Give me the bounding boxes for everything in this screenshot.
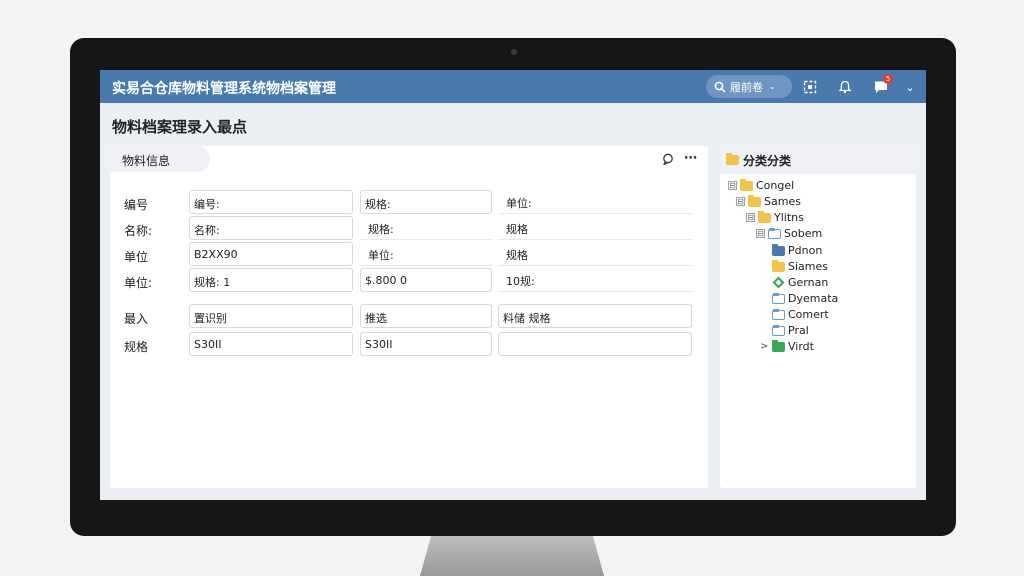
folder-icon	[726, 153, 739, 165]
material-form-panel: 物料信息 ⋯ 编号 编号: 规格: 单位: 名称: 名称: 规格: 规格 单位 …	[110, 146, 708, 488]
tree-item[interactable]: Pral	[772, 323, 809, 338]
tree-item-label: Virdt	[788, 340, 814, 353]
folder-icon	[748, 194, 761, 207]
unit-cell: 单位:	[360, 242, 492, 266]
spec-field[interactable]: 规格:	[360, 190, 492, 214]
collapse-icon[interactable]: ⊟	[728, 181, 737, 190]
tree-item-label: Siames	[788, 260, 828, 273]
page-title: 物料档案理录入最点	[112, 118, 248, 136]
tree-item[interactable]: Siames	[772, 259, 828, 274]
tree-item-label: Pdnon	[788, 244, 823, 257]
tree-item-label: Congel	[756, 179, 795, 192]
folder-icon	[758, 210, 771, 223]
name-field[interactable]: 名称:	[189, 216, 353, 240]
row-label: 单位	[124, 250, 149, 264]
folder-icon	[772, 243, 785, 256]
tree-item[interactable]: Comert	[772, 307, 829, 322]
tree-item-label: Dyemata	[788, 292, 839, 305]
panel-toolbar: ⋯	[662, 151, 698, 166]
bell-icon	[838, 80, 852, 94]
search-icon	[714, 81, 726, 93]
scan-icon	[803, 80, 817, 94]
serial-field[interactable]: S30II	[189, 332, 353, 356]
folder-icon	[740, 178, 753, 191]
more-icon[interactable]: ⋯	[684, 151, 698, 166]
monitor-camera	[511, 49, 517, 55]
tree-item-label: Sobem	[784, 227, 823, 240]
tree-item[interactable]: ⊟ Sames	[736, 194, 801, 209]
folder-icon	[772, 308, 785, 320]
tree-item[interactable]: ⊟ Sobem	[756, 226, 822, 241]
entry-field[interactable]: 置识别	[189, 304, 353, 328]
tree-item[interactable]: Pdnon	[772, 243, 822, 258]
row-label: 单位:	[124, 276, 153, 290]
tree-item-label: Ylitns	[774, 211, 804, 224]
monitor-stand	[420, 536, 604, 576]
folder-icon	[772, 339, 785, 352]
chevron-down-icon: ⌄	[769, 82, 776, 91]
app-screen: 实易合仓库物料管理系统物档案管理 履前卷 ⌄ 5 ⌄ 物料档案理录入最点 物料信…	[100, 70, 926, 500]
tree-item-label: Comert	[788, 308, 829, 321]
chevron-right-icon[interactable]: >	[760, 341, 769, 352]
tree-item-label: Gernan	[788, 276, 829, 289]
spec-cell: 规格	[498, 216, 692, 240]
app-title: 实易合仓库物料管理系统物档案管理	[112, 81, 336, 97]
tab-material-info[interactable]: 物料信息	[110, 146, 210, 172]
collapse-icon[interactable]: ⊟	[746, 213, 755, 222]
unit-cell: 单位:	[498, 190, 692, 214]
serial-field[interactable]: S30II	[360, 332, 492, 356]
spec-cell: 规格	[498, 242, 692, 266]
top-bar: 实易合仓库物料管理系统物档案管理 履前卷 ⌄ 5 ⌄	[100, 70, 926, 103]
price-field[interactable]: $.800 0	[360, 268, 492, 292]
category-tree-panel: 分类分类 ⊟ Congel ⊟ Sames ⊟ Ylitns ⊟ Sobem P…	[720, 146, 916, 488]
tree-title: 分类分类	[743, 153, 792, 168]
folder-icon	[768, 227, 781, 239]
tree-header: 分类分类	[720, 146, 916, 174]
bell-button[interactable]	[835, 77, 855, 97]
tree-item[interactable]: ⊟ Ylitns	[746, 210, 804, 225]
unit-field[interactable]: B2XX90	[189, 242, 353, 266]
row-label: 名称:	[124, 224, 153, 238]
folder-icon	[772, 324, 785, 336]
tree-item-label: Pral	[788, 324, 809, 337]
folder-icon	[772, 259, 785, 272]
row-label: 最入	[124, 312, 149, 326]
tree-item[interactable]: Gernan	[772, 275, 828, 290]
row-label: 编号	[124, 198, 149, 212]
collapse-icon[interactable]: ⊟	[756, 229, 765, 238]
scan-button[interactable]	[800, 77, 820, 97]
spec-cell: 规格:	[360, 216, 492, 240]
select-field[interactable]: 推选	[360, 304, 492, 328]
search-label: 履前卷	[730, 80, 763, 94]
empty-field[interactable]	[498, 332, 692, 356]
tree-item[interactable]: Dyemata	[772, 291, 838, 306]
storage-field[interactable]: 料储 规格	[498, 304, 692, 328]
chevron-down-icon: ⌄	[905, 80, 915, 94]
user-menu-button[interactable]: ⌄	[900, 77, 920, 97]
tree-item[interactable]: > Virdt	[760, 339, 814, 354]
row-label: 规格	[124, 340, 149, 354]
diamond-icon	[772, 276, 785, 289]
spec-cell: 10规:	[498, 268, 692, 292]
search-box[interactable]: 履前卷 ⌄	[706, 75, 792, 98]
tree-item[interactable]: ⊟ Congel	[728, 178, 794, 193]
folder-icon	[772, 292, 785, 304]
comment-icon[interactable]	[662, 153, 674, 165]
tree-item-label: Sames	[764, 195, 801, 208]
collapse-icon[interactable]: ⊟	[736, 197, 745, 206]
code-field[interactable]: 编号:	[189, 190, 353, 214]
notification-badge: 5	[883, 74, 893, 84]
spec-field[interactable]: 规格: 1	[189, 268, 353, 292]
